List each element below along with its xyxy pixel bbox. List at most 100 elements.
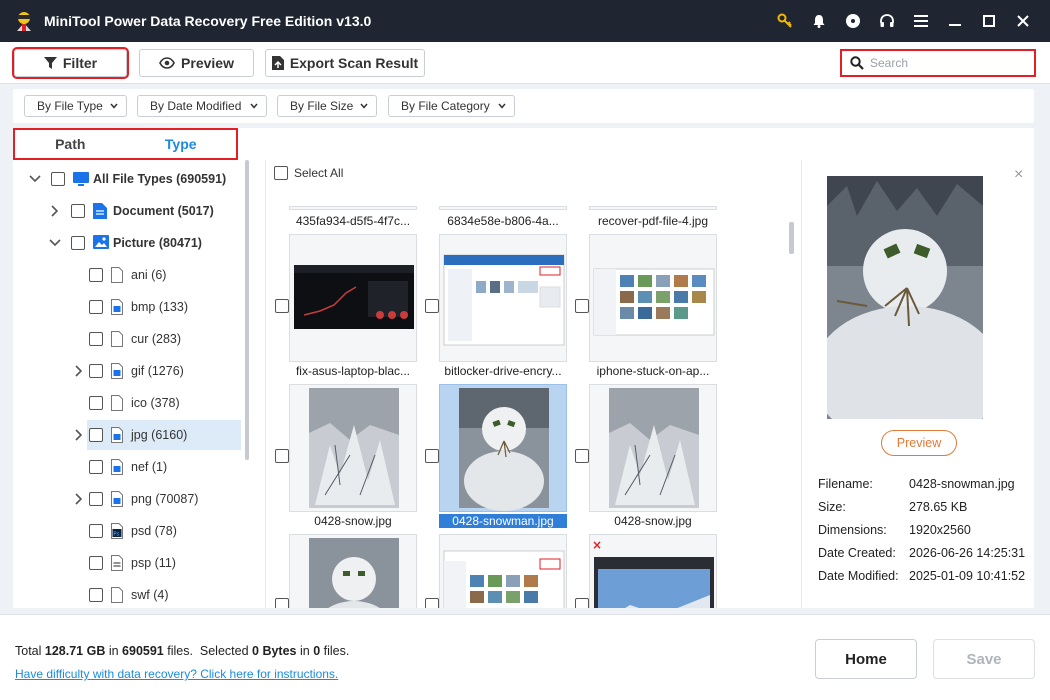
checkbox[interactable] (89, 332, 103, 346)
search-box[interactable] (840, 49, 1036, 77)
help-link[interactable]: Have difficulty with data recovery? Clic… (15, 667, 338, 681)
thumbnail-sky-screenshot[interactable]: × (589, 534, 717, 608)
tree-item-psp[interactable]: psp (11) (71, 548, 241, 578)
thumbnail[interactable] (289, 206, 417, 210)
filter-button[interactable]: Filter (12, 47, 129, 79)
tree-item-gif[interactable]: gif (1276) (71, 356, 241, 386)
status-bar: Total 128.71 GB in 690591 files. Selecte… (0, 614, 1050, 700)
tree-item-psd[interactable]: Ps psd (78) (71, 516, 241, 546)
maximize-icon[interactable] (972, 0, 1006, 42)
checkbox[interactable] (89, 588, 103, 602)
checkbox[interactable] (71, 236, 85, 250)
tree-count: (4) (153, 588, 169, 602)
filter-by-date-modified-dropdown[interactable]: By Date Modified (137, 95, 267, 117)
checkbox[interactable] (89, 492, 103, 506)
headset-icon[interactable] (870, 0, 904, 42)
tree-item-swf[interactable]: swf (4) (71, 580, 241, 608)
menu-icon[interactable] (904, 0, 938, 42)
thumbnail-caption: bitlocker-drive-encry... (444, 364, 562, 378)
grid-scrollbar[interactable] (789, 222, 794, 254)
tree-item-document[interactable]: Document (5017) (47, 196, 247, 226)
item-checkbox[interactable] (575, 449, 589, 463)
checkbox[interactable] (89, 524, 103, 538)
item-checkbox[interactable] (575, 598, 589, 608)
select-all[interactable]: Select All (274, 166, 343, 180)
key-icon[interactable] (768, 0, 802, 42)
file-type-tree: All File Types (690591) Document (5017) … (13, 160, 253, 608)
item-checkbox[interactable] (425, 299, 439, 313)
summary-text: in (105, 644, 123, 658)
info-filename: Filename: 0428-snowman.jpg (818, 477, 1015, 491)
tree-count: (1) (151, 460, 168, 474)
thumbnail[interactable] (439, 206, 567, 210)
close-icon[interactable] (1006, 0, 1040, 42)
item-checkbox[interactable] (275, 449, 289, 463)
select-all-checkbox[interactable] (274, 166, 288, 180)
chevron-right-icon[interactable] (71, 363, 87, 379)
thumbnail-screenshot[interactable] (439, 534, 567, 608)
chevron-down-icon[interactable] (47, 235, 63, 251)
checkbox[interactable] (71, 204, 85, 218)
item-checkbox[interactable] (425, 449, 439, 463)
chevron-down-icon (250, 103, 258, 109)
photoshop-icon: Ps (111, 523, 125, 539)
search-input[interactable] (870, 56, 1030, 70)
preview-file-button[interactable]: Preview (881, 430, 957, 456)
chevron-right-icon[interactable] (71, 427, 87, 443)
checkbox[interactable] (89, 428, 103, 442)
tab-type[interactable]: Type (126, 130, 237, 158)
chevron-right-icon[interactable] (71, 491, 87, 507)
filter-by-file-type-dropdown[interactable]: By File Type (24, 95, 127, 117)
tree-item-nef[interactable]: nef (1) (71, 452, 241, 482)
tree-item-picture[interactable]: Picture (80471) (47, 228, 247, 258)
thumbnail-fix-asus-laptop[interactable] (289, 234, 417, 362)
checkbox[interactable] (51, 172, 65, 186)
thumbnail-snowman-2[interactable] (289, 534, 417, 608)
chevron-down-icon[interactable] (27, 171, 43, 187)
checkbox[interactable] (89, 364, 103, 378)
info-key: Size: (818, 500, 846, 514)
checkbox[interactable] (89, 556, 103, 570)
image-file-icon (111, 299, 125, 315)
chevron-right-icon[interactable] (47, 203, 63, 219)
tree-item-bmp[interactable]: bmp (133) (71, 292, 241, 322)
item-checkbox[interactable] (425, 598, 439, 608)
thumbnail-iphone-stuck[interactable] (589, 234, 717, 362)
minimize-icon[interactable] (938, 0, 972, 42)
disc-icon[interactable] (836, 0, 870, 42)
tree-count: (5017) (177, 204, 214, 218)
tab-path[interactable]: Path (15, 130, 126, 158)
checkbox[interactable] (89, 268, 103, 282)
home-button[interactable]: Home (815, 639, 917, 679)
tree-scrollbar[interactable] (245, 160, 249, 460)
image-file-icon (111, 363, 125, 379)
thumbnail-0428-snow[interactable] (589, 384, 717, 512)
tree-item-ani[interactable]: ani (6) (71, 260, 241, 290)
item-checkbox[interactable] (275, 299, 289, 313)
item-checkbox[interactable] (575, 299, 589, 313)
save-button[interactable]: Save (933, 639, 1035, 679)
thumbnail-0428-snowman[interactable] (439, 384, 567, 512)
tree-item-ico[interactable]: ico (378) (71, 388, 241, 418)
thumbnail[interactable] (589, 206, 717, 210)
thumbnail-0428-snow[interactable] (289, 384, 417, 512)
tree-item-cur[interactable]: cur (283) (71, 324, 241, 354)
tree-item-jpg[interactable]: jpg (6160) (75, 420, 241, 450)
export-file-icon (271, 56, 284, 70)
preview-button[interactable]: Preview (139, 49, 254, 77)
item-checkbox[interactable] (275, 598, 289, 608)
checkbox[interactable] (89, 300, 103, 314)
checkbox[interactable] (89, 460, 103, 474)
checkbox[interactable] (89, 396, 103, 410)
export-scan-result-button[interactable]: Export Scan Result (265, 49, 425, 77)
filter-by-file-category-dropdown[interactable]: By File Category (388, 95, 515, 117)
tree-item-png[interactable]: png (70087) (71, 484, 241, 514)
bell-icon[interactable] (802, 0, 836, 42)
tree-item-all-file-types[interactable]: All File Types (690591) (27, 164, 247, 194)
svg-text:Ps: Ps (113, 532, 119, 538)
close-preview-icon[interactable]: × (1014, 166, 1023, 184)
thumbnail-bitlocker[interactable] (439, 234, 567, 362)
filter-by-file-size-dropdown[interactable]: By File Size (277, 95, 377, 117)
